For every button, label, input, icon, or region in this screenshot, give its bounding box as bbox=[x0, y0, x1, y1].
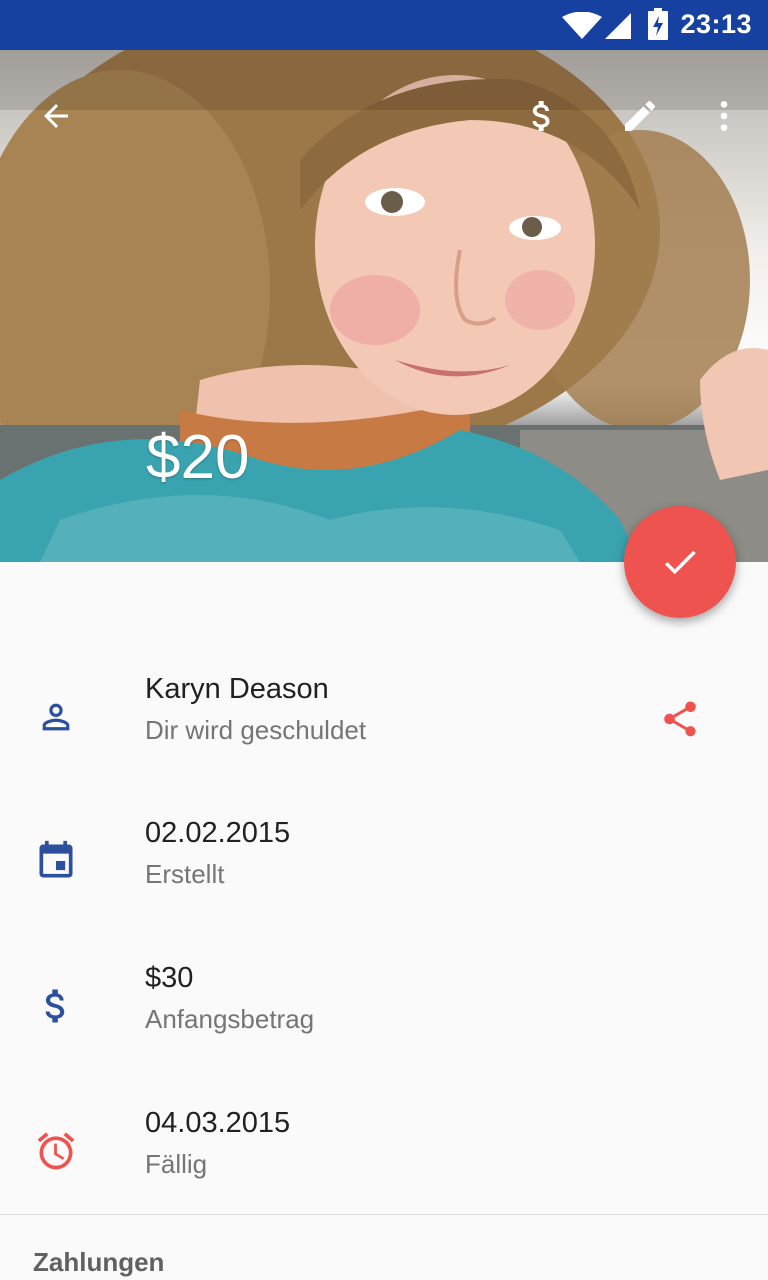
arrow-back-icon bbox=[44, 104, 68, 128]
contact-name: Karyn Deason bbox=[145, 673, 329, 705]
more-vert-icon bbox=[720, 101, 728, 131]
created-date-row: 02.02.2015 Erstellt bbox=[0, 817, 768, 917]
edit-pencil-icon bbox=[625, 100, 656, 131]
contact-photo-header: $20 bbox=[0, 50, 768, 562]
alarm-icon bbox=[34, 1129, 78, 1173]
edit-button[interactable] bbox=[612, 88, 668, 144]
due-date: 04.03.2015 bbox=[145, 1107, 291, 1139]
person-icon bbox=[34, 695, 78, 739]
section-divider bbox=[0, 1214, 768, 1215]
more-options-button[interactable] bbox=[696, 88, 752, 144]
contact-row[interactable]: Karyn Deason Dir wird geschuldet bbox=[0, 673, 768, 773]
debt-direction: Dir wird geschuldet bbox=[145, 715, 367, 745]
created-date: 02.02.2015 bbox=[145, 817, 291, 849]
due-date-row[interactable]: 04.03.2015 Fällig bbox=[0, 1107, 768, 1207]
payment-button[interactable] bbox=[514, 88, 570, 144]
clock: 23:13 bbox=[680, 9, 752, 39]
mark-paid-fab[interactable] bbox=[624, 506, 736, 618]
share-button[interactable] bbox=[658, 697, 702, 741]
wifi-icon bbox=[562, 12, 602, 39]
due-label: Fällig bbox=[145, 1149, 208, 1179]
initial-amount: $30 bbox=[145, 962, 194, 994]
status-bar: 23:13 bbox=[0, 0, 768, 50]
created-label: Erstellt bbox=[145, 859, 225, 889]
dollar-icon bbox=[34, 984, 78, 1028]
battery-charging-icon bbox=[648, 8, 668, 40]
initial-amount-label: Anfangsbetrag bbox=[145, 1004, 315, 1034]
initial-amount-row: $30 Anfangsbetrag bbox=[0, 962, 768, 1062]
back-button[interactable] bbox=[28, 88, 84, 144]
payments-section-title: Zahlungen bbox=[33, 1247, 165, 1277]
calendar-icon bbox=[34, 839, 78, 883]
dollar-icon bbox=[532, 101, 550, 131]
check-icon bbox=[664, 550, 696, 575]
signal-icon bbox=[605, 13, 631, 39]
debt-amount: $20 bbox=[146, 423, 250, 492]
share-icon bbox=[664, 701, 696, 737]
